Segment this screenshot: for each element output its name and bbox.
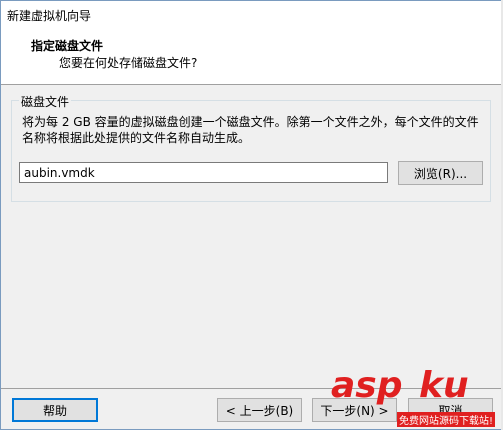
- watermark-asp: asp: [331, 365, 403, 406]
- disk-file-legend: 磁盘文件: [19, 93, 72, 110]
- wizard-header: 指定磁盘文件 您要在何处存储磁盘文件?: [1, 29, 502, 85]
- browse-button[interactable]: 浏览(R)...: [398, 161, 483, 185]
- disk-file-name-input[interactable]: [19, 162, 388, 183]
- page-subtitle: 您要在何处存储磁盘文件?: [59, 56, 198, 70]
- back-button[interactable]: < 上一步(B): [217, 398, 302, 422]
- watermark-subtitle: 免费网站源码下载站!: [397, 412, 496, 427]
- window-title: 新建虚拟机向导: [7, 9, 92, 23]
- disk-file-description: 将为每 2 GB 容量的虚拟磁盘创建一个磁盘文件。除第一个文件之外，每个文件的文…: [22, 115, 479, 145]
- page-title: 指定磁盘文件: [31, 39, 104, 53]
- title-bar: 新建虚拟机向导: [1, 1, 502, 29]
- help-button[interactable]: 帮助: [12, 398, 98, 422]
- new-vm-wizard-window: 新建虚拟机向导 指定磁盘文件 您要在何处存储磁盘文件? 磁盘文件 将为每 2 G…: [0, 0, 503, 430]
- watermark-ku: ku: [419, 365, 469, 406]
